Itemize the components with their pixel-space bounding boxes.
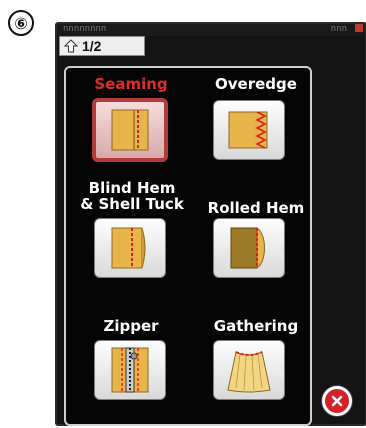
label-zipper: Zipper	[103, 317, 159, 335]
zipper-button[interactable]	[94, 340, 166, 400]
label-seaming: Seaming	[94, 75, 168, 93]
status-right-text: nnn	[330, 24, 347, 34]
label-overedge: Overedge	[215, 75, 297, 93]
overedge-icon	[228, 111, 268, 149]
stitch-selection-panel: Seaming Overedge Blind Hem & Shell Tuck	[64, 66, 312, 426]
page-indicator: 1/2	[82, 38, 102, 54]
label-rolled-hem: Rolled Hem	[207, 199, 305, 217]
blind-hem-icon	[111, 227, 146, 269]
step-number-marker: ⑥	[8, 10, 34, 36]
rolled-hem-button[interactable]	[213, 218, 285, 278]
device-screen: nnnnnnnn nnn 1/2 Seaming Overedge Blind	[55, 22, 366, 426]
status-left-text: nnnnnnnn	[63, 24, 107, 34]
close-icon	[331, 395, 343, 407]
page-nav-button[interactable]: 1/2	[59, 36, 145, 56]
status-accent	[355, 24, 363, 32]
up-arrow-icon	[64, 39, 78, 53]
gathering-button[interactable]	[213, 340, 285, 400]
zipper-icon	[111, 347, 149, 393]
status-bar: nnnnnnnn nnn	[57, 24, 365, 36]
seaming-button[interactable]	[92, 98, 168, 162]
rolled-hem-icon	[230, 227, 265, 269]
blind-hem-button[interactable]	[94, 218, 166, 278]
gathering-icon	[227, 351, 271, 393]
label-blind-hem: Blind Hem & Shell Tuck	[80, 179, 184, 213]
overedge-button[interactable]	[213, 100, 285, 160]
close-button[interactable]	[322, 386, 352, 416]
seaming-icon	[111, 109, 149, 151]
label-gathering: Gathering	[213, 317, 299, 335]
